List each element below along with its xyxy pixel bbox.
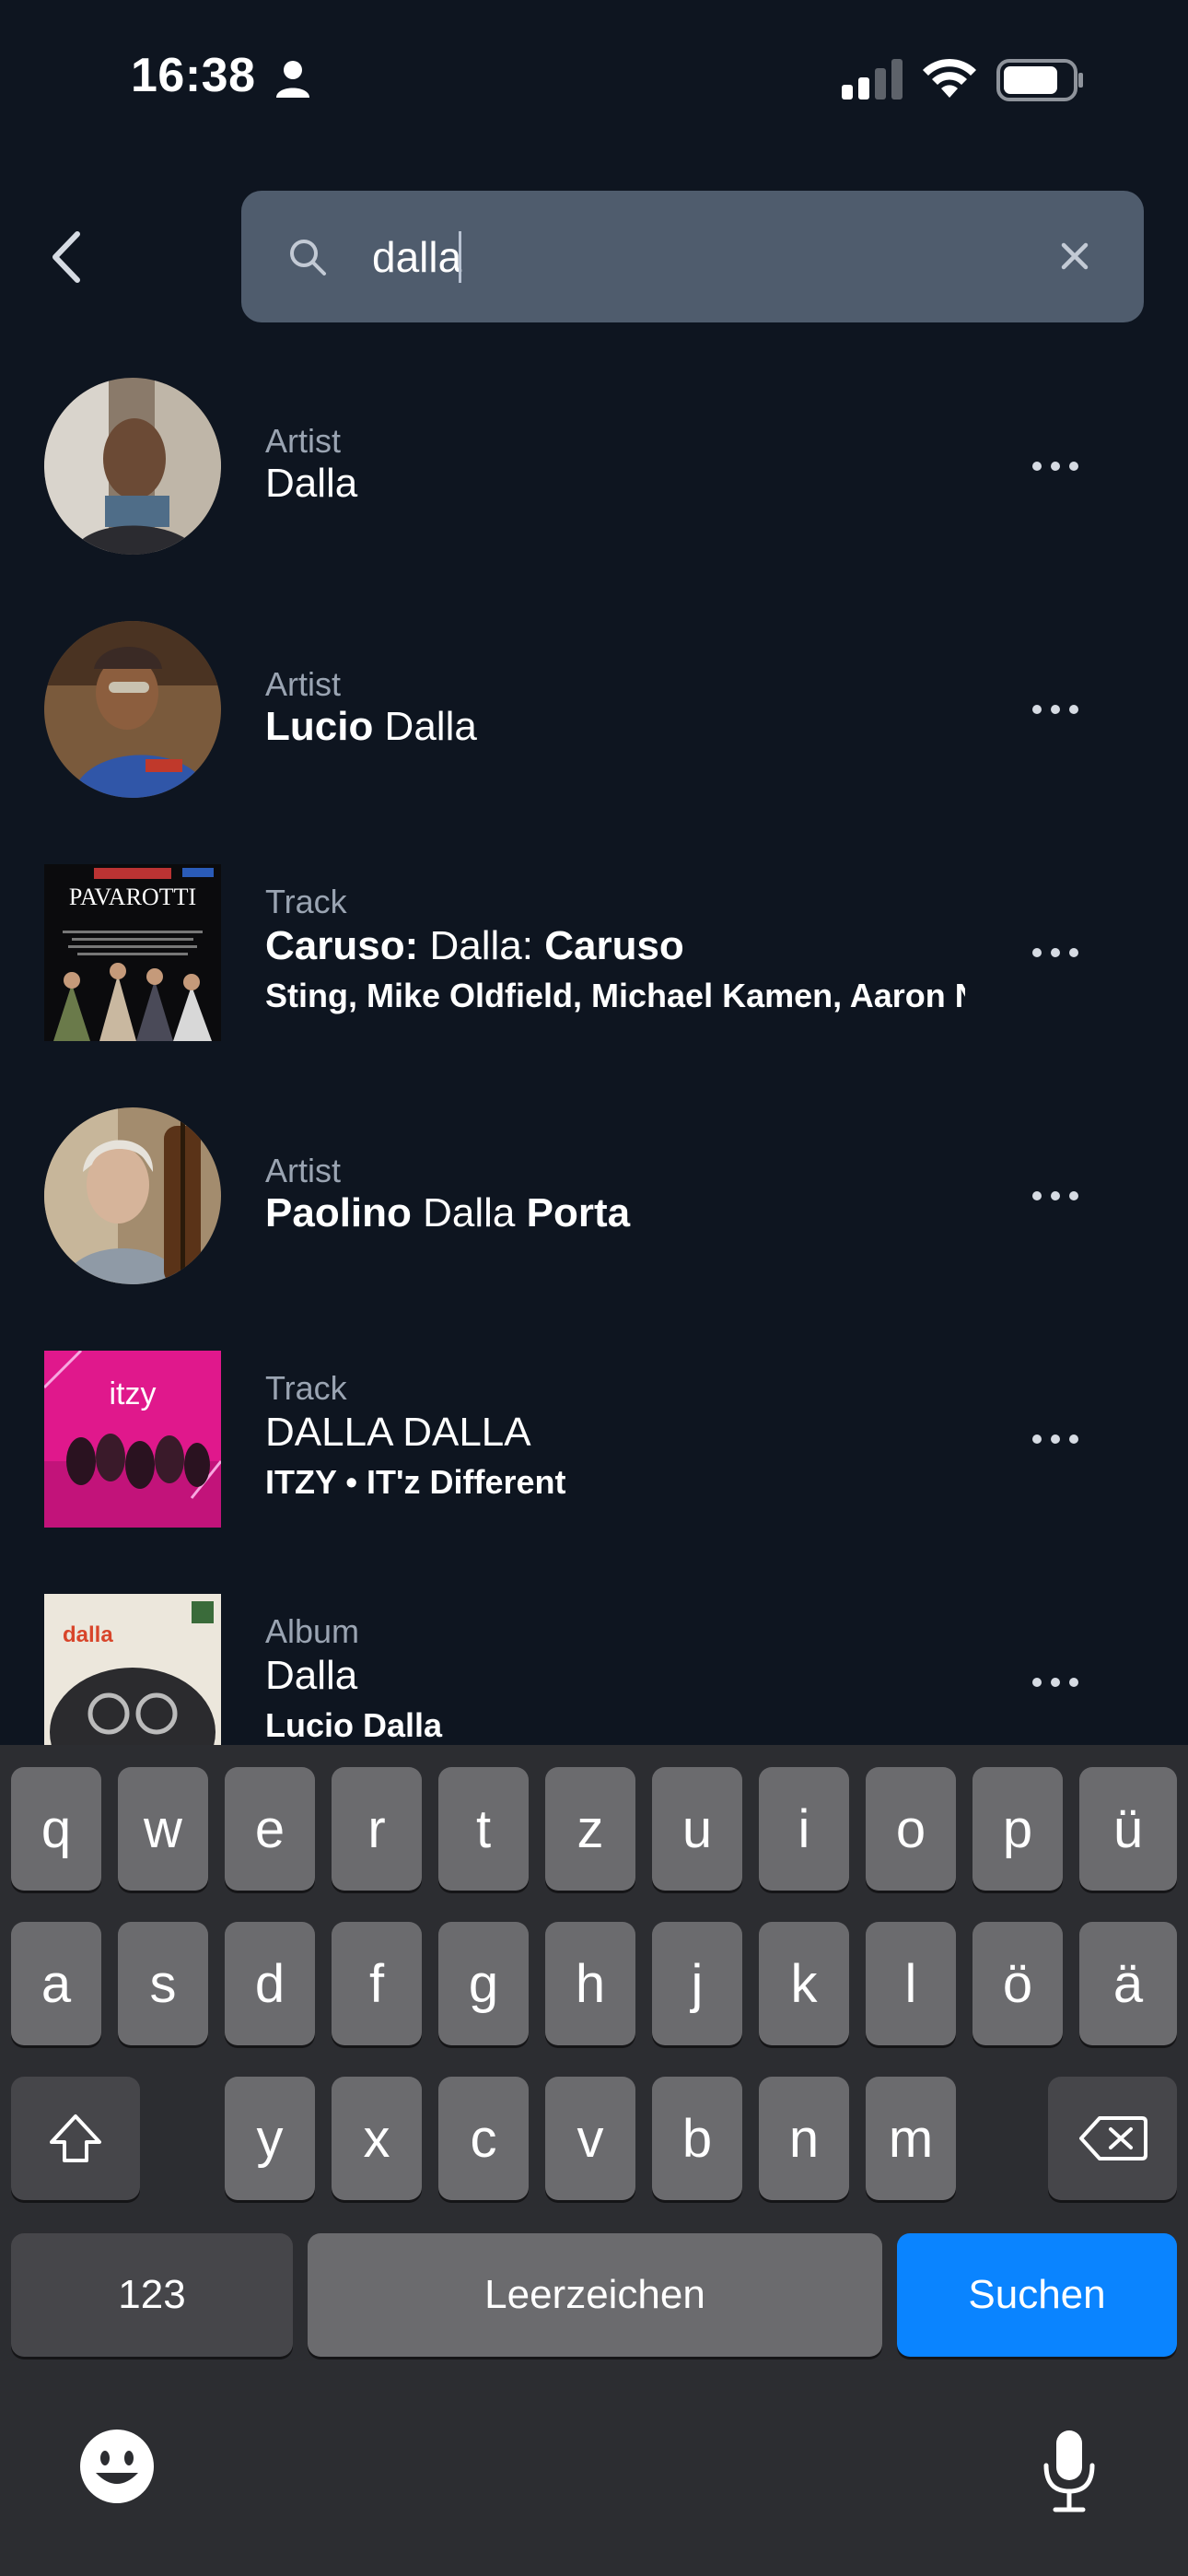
key-i[interactable]: i	[759, 1767, 849, 1891]
track-cover: itzy	[44, 1351, 221, 1528]
numbers-key[interactable]: 123	[11, 2233, 293, 2357]
key-y[interactable]: y	[225, 2077, 315, 2200]
track-cover: PAVAROTTI	[44, 864, 221, 1041]
result-title: DALLA DALLA	[265, 1410, 531, 1455]
result-type: Album	[265, 1612, 360, 1650]
result-text: Artist Paolino Dalla Porta	[265, 1107, 965, 1284]
more-options-icon[interactable]	[1031, 453, 1079, 479]
result-type: Artist	[265, 1152, 342, 1189]
result-row[interactable]: itzy Track DALLA DALLA ITZY • IT'z Diffe…	[0, 1351, 1188, 1594]
cover-text: dalla	[63, 1622, 113, 1647]
key-q[interactable]: q	[11, 1767, 101, 1891]
more-options-icon[interactable]	[1031, 1669, 1079, 1695]
person-icon	[276, 61, 309, 98]
key-v[interactable]: v	[545, 2077, 635, 2200]
result-text: Artist Lucio Dalla	[265, 621, 965, 798]
close-icon	[1061, 242, 1089, 270]
key-m[interactable]: m	[866, 2077, 956, 2200]
result-type: Track	[265, 1369, 347, 1407]
key-w[interactable]: w	[118, 1767, 208, 1891]
key-ae[interactable]: ä	[1079, 1922, 1177, 2045]
key-oe[interactable]: ö	[973, 1922, 1063, 2045]
search-key[interactable]: Suchen	[897, 2233, 1177, 2357]
result-text: Track Caruso: Dalla: Caruso Sting, Mike …	[265, 864, 965, 1041]
result-title: Dalla	[265, 461, 358, 506]
backspace-icon	[1079, 2116, 1147, 2160]
space-key[interactable]: Leerzeichen	[308, 2233, 882, 2357]
key-s[interactable]: s	[118, 1922, 208, 2045]
text-caret	[459, 231, 461, 283]
wifi-icon	[923, 58, 976, 98]
result-title: Caruso: Dalla: Caruso	[265, 923, 684, 968]
status-time: 16:38	[131, 49, 256, 102]
emoji-button[interactable]	[77, 2427, 157, 2506]
emoji-icon	[80, 2430, 154, 2503]
result-title: Lucio Dalla	[265, 704, 477, 749]
key-d[interactable]: d	[225, 1922, 315, 2045]
result-row[interactable]: dalla Album Dalla Lucio Dalla	[0, 1594, 1188, 1745]
result-text: Album Dalla Lucio Dalla	[265, 1594, 965, 1745]
key-j[interactable]: j	[652, 1922, 742, 2045]
more-options-icon[interactable]	[1031, 1183, 1079, 1209]
key-h[interactable]: h	[545, 1922, 635, 2045]
artist-avatar	[44, 621, 221, 798]
key-n[interactable]: n	[759, 2077, 849, 2200]
key-u[interactable]: u	[652, 1767, 742, 1891]
result-title: Dalla	[265, 1653, 358, 1698]
key-z[interactable]: z	[545, 1767, 635, 1891]
key-l[interactable]: l	[866, 1922, 956, 2045]
cover-text: itzy	[110, 1376, 157, 1411]
result-title: Paolino Dalla Porta	[265, 1190, 631, 1235]
cover-text: PAVAROTTI	[69, 884, 196, 910]
keyboard: q w e r t z u i o p ü a s d f g h j k l …	[0, 1745, 1188, 2576]
key-c[interactable]: c	[438, 2077, 529, 2200]
key-f[interactable]: f	[332, 1922, 422, 2045]
more-options-icon[interactable]	[1031, 697, 1079, 722]
result-text: Artist Dalla	[265, 378, 965, 555]
key-ue[interactable]: ü	[1079, 1767, 1177, 1891]
key-r[interactable]: r	[332, 1767, 422, 1891]
battery-icon	[996, 59, 1083, 101]
key-g[interactable]: g	[438, 1922, 529, 2045]
result-row[interactable]: Artist Paolino Dalla Porta	[0, 1107, 1188, 1351]
album-cover: dalla	[44, 1594, 221, 1745]
result-subtitle: Lucio Dalla	[265, 1706, 443, 1744]
result-row[interactable]: PAVAROTTI Track Caruso: Dalla: Caruso St…	[0, 864, 1188, 1107]
result-row[interactable]: Artist Dalla	[0, 378, 1188, 621]
result-type: Artist	[265, 665, 342, 703]
more-options-icon[interactable]	[1031, 1426, 1079, 1452]
more-options-icon[interactable]	[1031, 940, 1079, 966]
key-k[interactable]: k	[759, 1922, 849, 2045]
artist-avatar	[44, 1107, 221, 1284]
dictation-button[interactable]	[1039, 2427, 1100, 2515]
search-box[interactable]	[241, 191, 1144, 322]
status-bar: 16:38	[0, 0, 1188, 157]
shift-icon	[50, 2114, 101, 2162]
result-type: Track	[265, 883, 347, 920]
key-a[interactable]: a	[11, 1922, 101, 2045]
artist-avatar	[44, 378, 221, 555]
clear-search-button[interactable]	[1052, 233, 1098, 279]
back-button[interactable]	[41, 225, 96, 289]
shift-key[interactable]	[11, 2077, 140, 2200]
key-b[interactable]: b	[652, 2077, 742, 2200]
chevron-left-icon	[52, 231, 80, 283]
result-subtitle: Sting, Mike Oldfield, Michael Kamen, Aar…	[265, 977, 965, 1014]
result-subtitle: ITZY • IT'z Different	[265, 1463, 566, 1501]
key-o[interactable]: o	[866, 1767, 956, 1891]
key-t[interactable]: t	[438, 1767, 529, 1891]
result-text: Track DALLA DALLA ITZY • IT'z Different	[265, 1351, 965, 1528]
backspace-key[interactable]	[1048, 2077, 1177, 2200]
search-results-list: Artist Dalla Artist Lucio Dalla PAVAROTT…	[0, 378, 1188, 1745]
result-type: Artist	[265, 422, 342, 460]
signal-icon	[842, 59, 903, 100]
search-icon	[290, 240, 326, 275]
key-p[interactable]: p	[973, 1767, 1063, 1891]
result-row[interactable]: Artist Lucio Dalla	[0, 621, 1188, 864]
key-x[interactable]: x	[332, 2077, 422, 2200]
microphone-icon	[1043, 2430, 1095, 2512]
search-input[interactable]	[372, 218, 1017, 296]
key-e[interactable]: e	[225, 1767, 315, 1891]
